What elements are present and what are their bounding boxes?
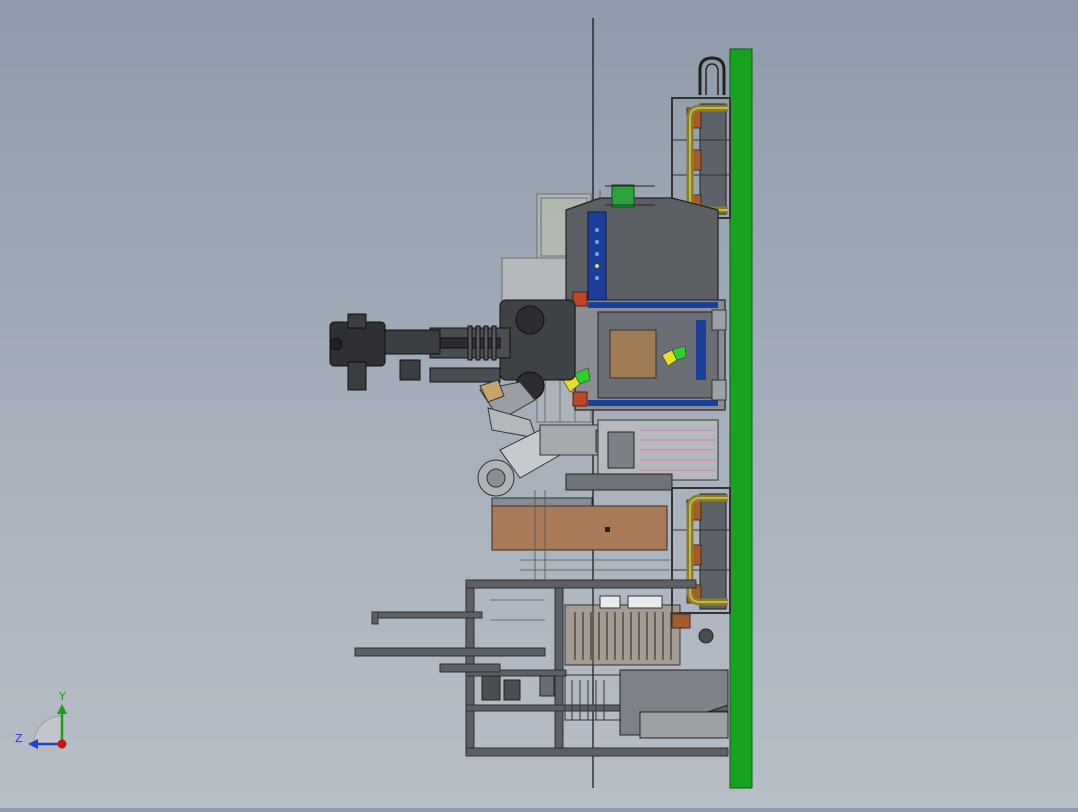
- y-axis-label: Y: [58, 690, 66, 703]
- central-fixture: [572, 291, 727, 411]
- robot-arm-upper: [329, 299, 576, 401]
- cad-model-canvas[interactable]: Y Z: [0, 0, 1078, 808]
- triad-origin: [57, 739, 67, 749]
- cable-chain-upper: [698, 56, 726, 95]
- triad-quarter-disc: [33, 715, 63, 745]
- stacked-parts: [481, 595, 729, 739]
- base-plate: [729, 48, 753, 789]
- lower-frame: [671, 487, 731, 614]
- coordinate-triad: Y Z: [15, 690, 67, 749]
- z-axis-label: Z: [15, 732, 23, 745]
- cad-viewport[interactable]: Y Z: [0, 0, 1078, 808]
- pallet-box: [491, 473, 673, 551]
- conveyor-mid: [597, 419, 719, 481]
